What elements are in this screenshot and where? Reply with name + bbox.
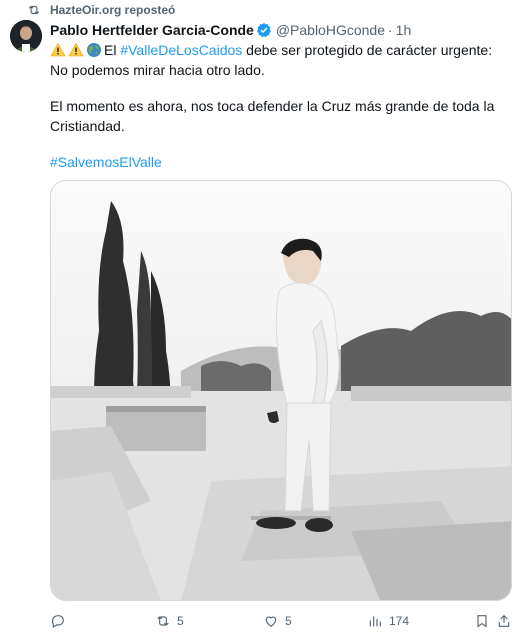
tweet-paragraph-1: El #ValleDeLosCaidos debe ser protegido … [50,40,512,80]
like-button[interactable]: 5 [263,613,367,629]
repost-count: 5 [177,614,184,628]
tweet-photo[interactable] [50,180,512,601]
like-count: 5 [285,614,292,628]
tweet-paragraph-2: El momento es ahora, nos toca defender l… [50,98,495,134]
separator-dot: · [388,22,393,38]
share-icon [498,614,510,627]
verified-badge-icon [256,23,271,38]
tweet-text: El #ValleDeLosCaidos debe ser protegido … [50,40,512,172]
share-button[interactable] [496,613,512,629]
views-chart-icon [369,616,381,627]
views-button[interactable]: 174 [367,613,474,629]
photo-image [51,181,511,600]
bookmark-button[interactable] [474,613,496,629]
reply-button[interactable] [50,613,155,629]
tweet-content: Pablo Hertfelder Garcia-Conde @PabloHGco… [50,20,512,172]
repost-text: HazteOir.org reposteó [50,3,176,17]
timestamp[interactable]: 1h [396,22,412,38]
repost-button[interactable]: 5 [155,613,263,629]
globe-emoji-icon [87,43,101,57]
warning-emoji-icon [68,42,84,57]
reply-icon [51,615,64,629]
hashtag-link[interactable]: #ValleDeLosCaidos [120,42,242,58]
author-name[interactable]: Pablo Hertfelder Garcia-Conde [50,22,254,38]
repost-icon [157,616,169,626]
tweet-paragraph-3: #SalvemosElValle [50,152,512,172]
repost-icon [28,5,40,15]
bookmark-icon [477,615,487,628]
repost-indicator[interactable]: HazteOir.org reposteó [27,0,175,20]
heart-icon [265,616,277,628]
author-handle[interactable]: @PabloHGconde [276,22,385,38]
tweet-header: Pablo Hertfelder Garcia-Conde @PabloHGco… [50,20,512,40]
views-count: 174 [389,614,410,628]
avatar[interactable] [10,20,42,52]
hashtag-link[interactable]: #SalvemosElValle [50,154,162,170]
warning-emoji-icon [50,42,66,57]
tweet-text-prefix: El [104,42,121,58]
tweet-actions: 5 5 174 [50,610,512,632]
